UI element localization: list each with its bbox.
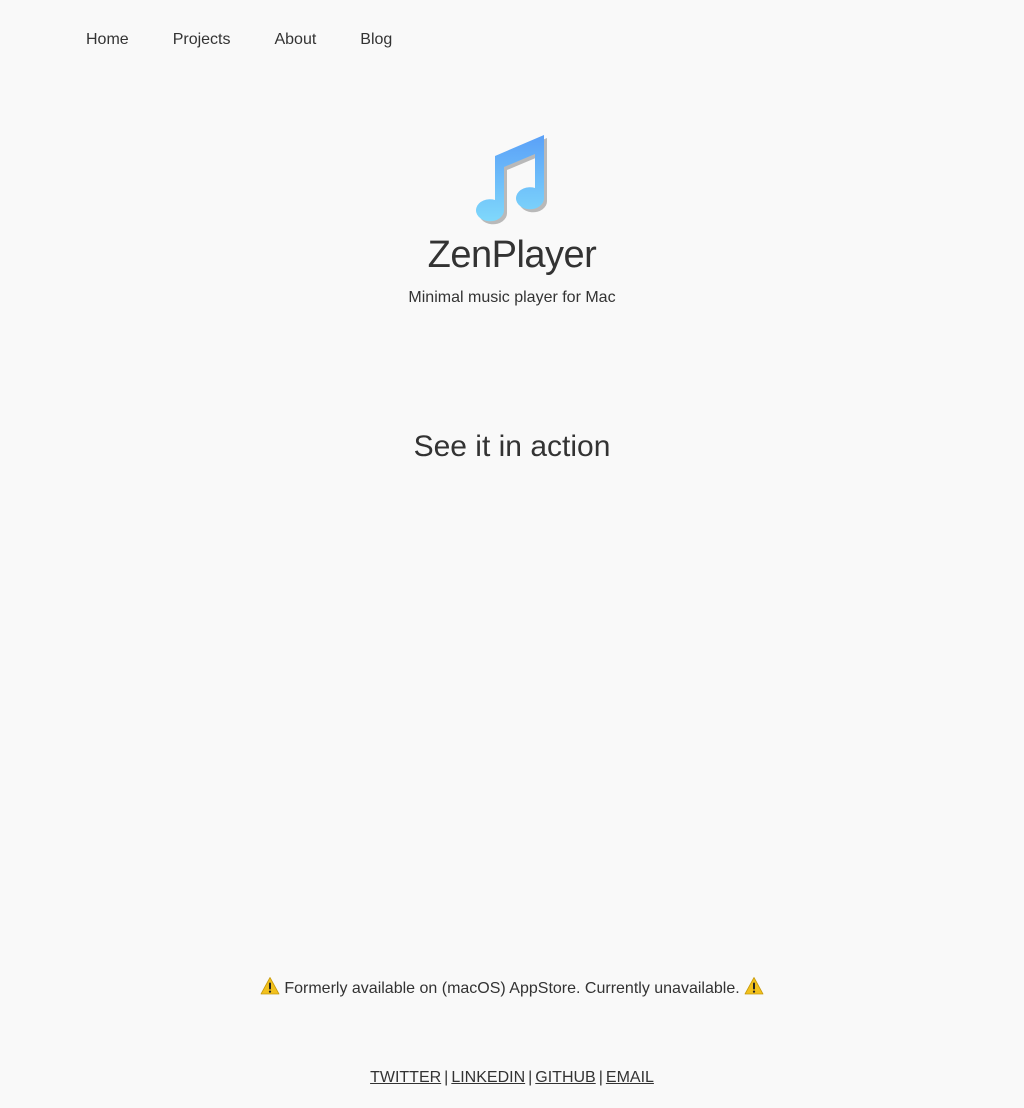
app-subtitle: Minimal music player for Mac [408,289,616,306]
nav-home-link[interactable]: Home [86,30,129,50]
app-title: ZenPlayer [427,234,597,276]
nav-blog-link[interactable]: Blog [360,30,392,50]
github-link[interactable]: GITHUB [535,1069,595,1086]
availability-notice: Formerly available on (macOS) AppStore. … [0,976,1024,1000]
notice-text: Formerly available on (macOS) AppStore. … [284,980,740,997]
page: Home Projects About Blog ZenPlayer Minim… [0,0,1024,1108]
footer-separator: | [528,1069,533,1086]
nav-about-link[interactable]: About [274,30,316,50]
twitter-link[interactable]: TWITTER [370,1069,441,1086]
email-link[interactable]: EMAIL [606,1069,654,1086]
section-title: See it in action [413,429,611,463]
warning-icon [744,977,764,995]
footer-links: TWITTER | LINKEDIN | GITHUB | EMAIL [0,1068,1024,1088]
hero: ZenPlayer Minimal music player for Mac [0,130,1024,308]
footer-separator: | [598,1069,603,1086]
nav-projects-link[interactable]: Projects [173,30,231,50]
linkedin-link[interactable]: LINKEDIN [451,1069,525,1086]
warning-icon [260,977,280,995]
top-nav: Home Projects About Blog [86,30,436,50]
video-embed[interactable] [212,470,812,910]
music-note-icon [476,135,548,225]
footer-separator: | [444,1069,449,1086]
